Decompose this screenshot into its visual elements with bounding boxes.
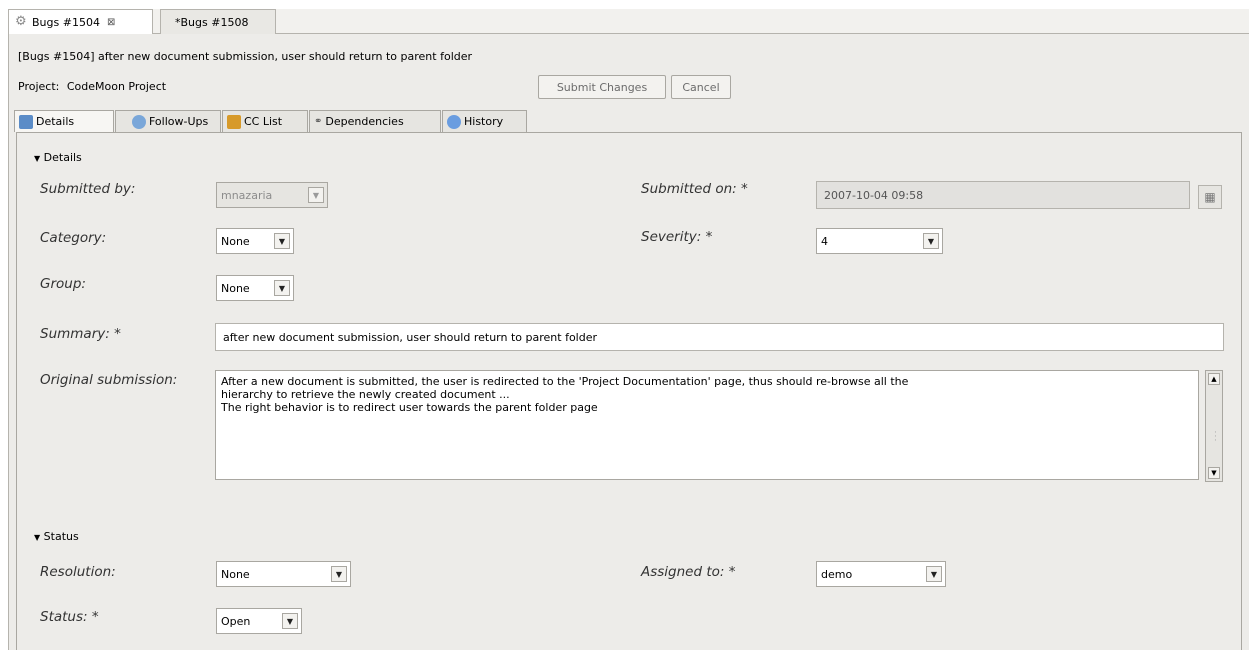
editor-tab-bar: ⚙ Bugs #1504 ⊠ *Bugs #1508 [8,9,1249,34]
status-label: Status: * [40,609,99,625]
submitted-on-label: Submitted on: * [641,181,748,197]
tab-details[interactable]: Details [14,110,114,132]
combo-value: None [221,281,250,295]
status-combo[interactable]: Open ▼ [216,608,302,634]
grip-icon: · · · [1214,428,1217,446]
chevron-down-icon: ▼ [331,566,347,582]
bug-title: [Bugs #1504] after new document submissi… [18,50,473,63]
editor-tab-bugs-1508[interactable]: *Bugs #1508 [160,9,276,34]
category-combo[interactable]: None ▼ [216,228,294,254]
chevron-down-icon: ▼ [34,154,41,163]
combo-value: Open [221,614,251,628]
tab-label: History [464,115,504,128]
group-label: Group: [40,276,86,292]
original-submission-label: Original submission: [40,372,178,388]
tab-label: Follow-Ups [149,115,209,128]
vertical-scrollbar[interactable]: ▲ · · · ▼ [1205,370,1223,482]
original-line: The right behavior is to redirect user t… [221,401,598,414]
category-label: Category: [40,230,107,246]
original-submission-textarea[interactable]: After a new document is submitted, the u… [215,370,1199,480]
tab-label: CC List [244,115,283,128]
combo-value: None [221,567,250,581]
severity-label: Severity: * [641,229,713,245]
editor-tab-label: Bugs #1504 [32,15,100,29]
details-section-toggle[interactable]: ▼ Details [34,151,82,164]
editor-tab-label: *Bugs #1508 [175,15,249,29]
chevron-down-icon: ▼ [274,280,290,296]
original-line: After a new document is submitted, the u… [221,375,909,388]
chevron-down-icon: ▼ [34,533,41,542]
scroll-down-icon[interactable]: ▼ [1208,467,1220,479]
tab-label: Dependencies [325,115,404,128]
severity-combo[interactable]: 4 ▼ [816,228,943,254]
assigned-to-label: Assigned to: * [641,564,736,580]
cancel-button[interactable]: Cancel [671,75,731,99]
resolution-combo[interactable]: None ▼ [216,561,351,587]
tab-cc-list[interactable]: CC List [222,110,308,132]
project-label: Project: [18,80,60,93]
scroll-up-icon[interactable]: ▲ [1208,373,1220,385]
group-combo[interactable]: None ▼ [216,275,294,301]
chevron-down-icon: ▼ [923,233,939,249]
combo-value: 4 [821,234,828,248]
people-icon [227,114,241,129]
section-title: Details [43,151,82,164]
combo-value: None [221,234,250,248]
tab-history[interactable]: History [442,110,527,132]
project-line: Project: CodeMoon Project [18,80,166,93]
combo-value: demo [821,567,853,581]
gear-icon: ⚙ [15,14,27,29]
summary-label: Summary: * [40,326,121,342]
combo-value: mnazaria [221,188,273,202]
calendar-icon[interactable]: ▦ [1198,185,1222,209]
submitted-on-field: 2007-10-04 09:58 [816,181,1190,209]
resolution-label: Resolution: [40,564,116,580]
status-section-toggle[interactable]: ▼ Status [34,530,79,543]
clock-icon [447,114,461,129]
chevron-down-icon: ▼ [274,233,290,249]
submitted-by-combo: mnazaria ▼ [216,182,328,208]
tab-label: Details [36,115,75,128]
tab-follow-ups[interactable]: Follow-Ups [115,110,221,132]
editor-tab-bugs-1504[interactable]: ⚙ Bugs #1504 ⊠ [8,9,153,34]
close-icon[interactable]: ⊠ [107,17,115,28]
project-value: CodeMoon Project [66,80,167,93]
submit-changes-button[interactable]: Submit Changes [538,75,666,99]
chevron-down-icon: ▼ [926,566,942,582]
submitted-by-label: Submitted by: [40,181,136,197]
chevron-down-icon: ▼ [308,187,324,203]
assigned-to-combo[interactable]: demo ▼ [816,561,946,587]
original-line: hierarchy to retrieve the newly created … [221,388,510,401]
link-icon: ⚭ [314,116,323,127]
section-title: Status [43,530,79,543]
speech-bubble-icon [132,114,146,129]
details-icon [19,114,33,129]
chevron-down-icon: ▼ [282,613,298,629]
summary-input[interactable]: after new document submission, user shou… [215,323,1224,351]
tab-dependencies[interactable]: ⚭ Dependencies [309,110,441,132]
